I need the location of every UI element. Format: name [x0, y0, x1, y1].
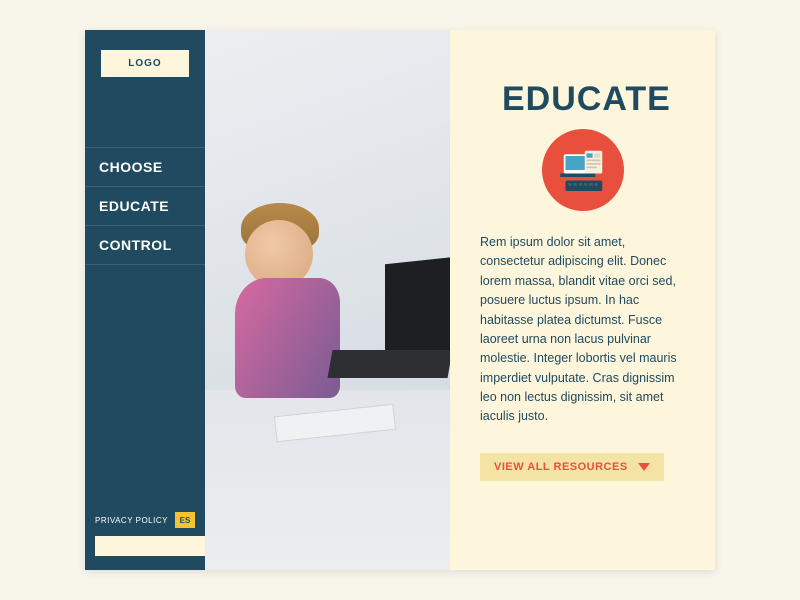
sidebar: LOGO CHOOSE EDUCATE CONTROL PRIVACY POLI…: [85, 30, 205, 570]
privacy-policy-link[interactable]: PRIVACY POLICY: [95, 516, 168, 525]
nav-item-educate[interactable]: EDUCATE: [85, 186, 205, 225]
body-text: Rem ipsum dolor sit amet, consectetur ad…: [480, 233, 685, 427]
privacy-row: PRIVACY POLICY ES: [95, 512, 195, 528]
content-panel: EDUCATE Rem ipsum dolor si: [450, 30, 715, 570]
hero-image: [205, 30, 450, 570]
sidebar-footer: PRIVACY POLICY ES: [95, 512, 195, 556]
nav-item-control[interactable]: CONTROL: [85, 225, 205, 265]
nav-item-choose[interactable]: CHOOSE: [85, 147, 205, 186]
language-toggle[interactable]: ES: [175, 512, 195, 528]
cta-label: VIEW ALL RESOURCES: [494, 461, 628, 473]
logo[interactable]: LOGO: [101, 50, 189, 77]
primary-nav: CHOOSE EDUCATE CONTROL: [85, 147, 205, 265]
devices-icon: [542, 129, 624, 211]
search-row: [95, 536, 195, 556]
page-title: EDUCATE: [480, 80, 685, 119]
page-container: LOGO CHOOSE EDUCATE CONTROL PRIVACY POLI…: [85, 30, 715, 570]
chevron-down-icon: [638, 463, 650, 471]
view-all-resources-button[interactable]: VIEW ALL RESOURCES: [480, 453, 664, 481]
